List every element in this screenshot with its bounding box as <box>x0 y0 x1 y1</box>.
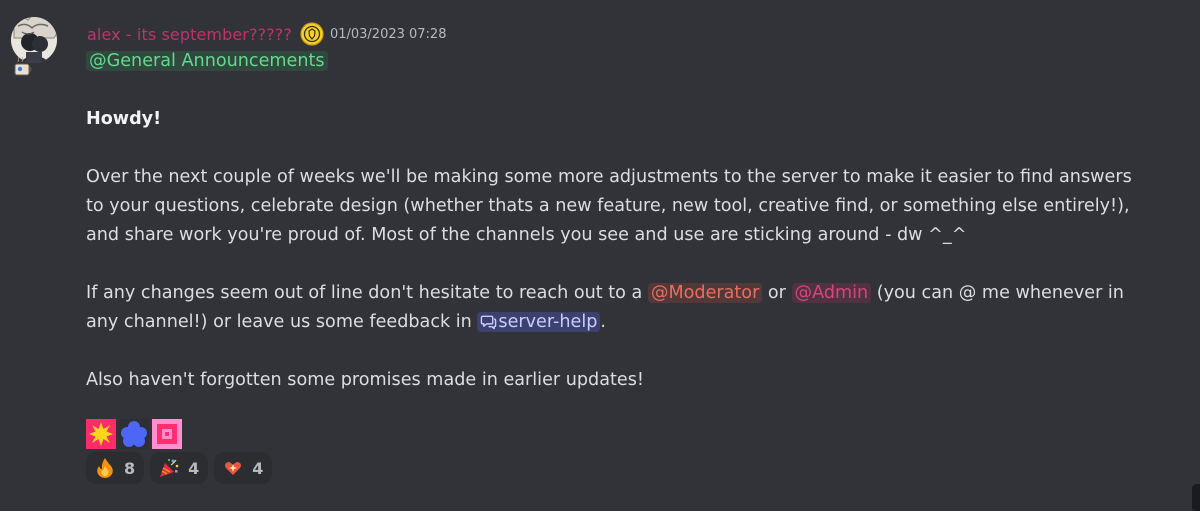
pink-square-emote-icon[interactable] <box>152 419 182 449</box>
paragraph-1-line-1: Over the next couple of weeks we'll be m… <box>86 167 1132 187</box>
avatar-image <box>11 17 57 76</box>
role-mention-general-announcements[interactable]: @General Announcements <box>86 51 328 71</box>
username[interactable]: alex - its september????? <box>87 25 292 44</box>
paragraph-2-text: or <box>762 283 792 303</box>
reaction-sparkling-heart[interactable]: 4 <box>214 452 273 484</box>
sparkling-heart-icon <box>225 462 242 475</box>
reaction-fire[interactable]: 8 <box>86 452 145 484</box>
reaction-party-popper[interactable]: 4 <box>150 452 209 484</box>
message-content: @General Announcements Howdy! Over the n… <box>86 47 1166 395</box>
paragraph-2-line-1: If any changes seem out of line don't he… <box>86 279 1166 308</box>
paragraph-2-text: any channel!) or leave us some feedback … <box>86 312 478 332</box>
scrollbar-thumb[interactable] <box>1192 484 1200 511</box>
user-avatar[interactable] <box>8 12 64 76</box>
paragraph-2-line-2: any channel!) or leave us some feedback … <box>86 308 1166 337</box>
message-header: alex - its september????? 01/03/2023 07:… <box>87 20 446 48</box>
party-popper-icon <box>160 458 179 477</box>
channel-name: server-help <box>498 312 598 332</box>
role-mention-admin[interactable]: @Admin <box>791 283 872 303</box>
fire-icon <box>97 458 113 478</box>
blue-flower-emote-icon[interactable] <box>119 419 149 449</box>
paragraph-2-text: . <box>600 312 606 332</box>
emote-row <box>86 419 185 449</box>
channel-mention-server-help[interactable]: server-help <box>477 312 601 332</box>
paragraph-2-text: If any changes seem out of line don't he… <box>86 283 648 303</box>
message-timestamp[interactable]: 01/03/2023 07:28 <box>330 27 447 42</box>
role-mention-moderator[interactable]: @Moderator <box>647 283 763 303</box>
paragraph-2-text: (you can @ me whenever in <box>871 283 1124 303</box>
greeting-text: Howdy! <box>86 109 162 129</box>
paragraph-3: Also haven't forgotten some promises mad… <box>86 370 644 390</box>
reaction-count: 4 <box>252 458 264 478</box>
forum-channel-icon <box>481 315 497 330</box>
chat-message: alex - its september????? 01/03/2023 07:… <box>0 0 1200 511</box>
reactions-bar: 8 4 4 <box>86 452 278 484</box>
mention-line: @General Announcements <box>86 47 1166 76</box>
yellow-sunburst-emote-icon[interactable] <box>86 419 116 449</box>
server-badge-icon[interactable] <box>300 22 324 46</box>
reaction-count: 4 <box>188 458 200 478</box>
paragraph-1-line-3: and share work you're proud of. Most of … <box>86 225 967 245</box>
greeting-line: Howdy! <box>86 105 1166 134</box>
paragraph-1-line-2: to your questions, celebrate design (whe… <box>86 196 1130 216</box>
reaction-count: 8 <box>124 458 136 478</box>
